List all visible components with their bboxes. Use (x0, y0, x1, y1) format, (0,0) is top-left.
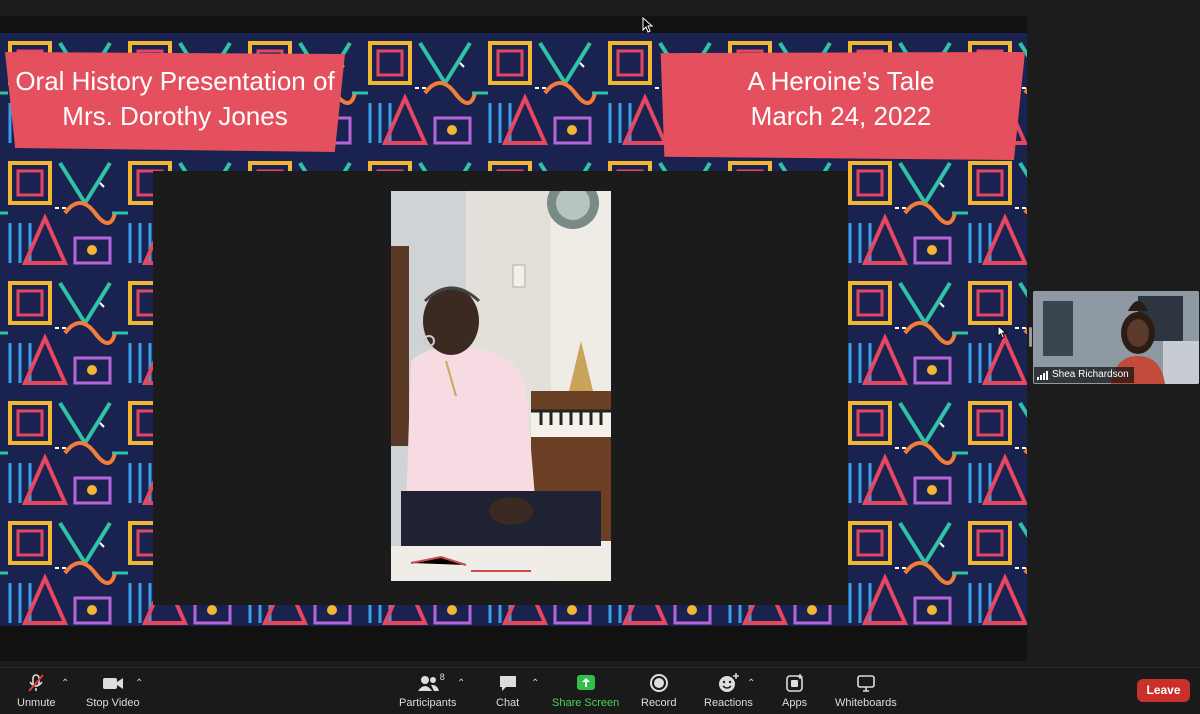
unmute-label: Unmute (17, 697, 56, 709)
whiteboard-icon (857, 675, 875, 692)
apps-label: Apps (782, 697, 808, 709)
video-camera-icon (102, 678, 123, 689)
whiteboards-button[interactable]: Whiteboards (835, 672, 897, 709)
slide-date-line: March 24, 2022 (750, 101, 932, 131)
microphone-muted-icon (28, 674, 45, 692)
participant-name-text: Shea Richardson (1052, 369, 1129, 380)
participants-count: 8 (439, 672, 445, 682)
apps-icon (785, 674, 803, 692)
chat-button[interactable]: Chat (496, 672, 519, 709)
signal-bars-icon (1037, 370, 1048, 380)
reactions-label: Reactions (704, 697, 753, 709)
unmute-button[interactable]: Unmute (17, 672, 56, 709)
record-label: Record (641, 697, 677, 709)
stop-video-label: Stop Video (86, 697, 140, 709)
chevron-up-icon[interactable]: ⌃ (747, 678, 755, 689)
slide-subtitle-banner: A Heroine’s Tale March 24, 2022 (660, 52, 1025, 160)
video-scene-illustration (391, 191, 611, 581)
chevron-up-icon[interactable]: ⌃ (531, 678, 539, 689)
share-screen-button[interactable]: Share Screen (552, 672, 619, 709)
chat-label: Chat (496, 697, 520, 709)
chevron-up-icon[interactable]: ⌃ (135, 678, 143, 689)
gallery-scroll-handle[interactable] (1029, 327, 1032, 347)
slide-title-banner: Oral History Presentation of Mrs. Doroth… (5, 52, 345, 152)
stop-video-button[interactable]: Stop Video (86, 672, 140, 709)
mouse-pointer-icon (642, 17, 653, 33)
chat-bubble-icon (499, 676, 516, 691)
chevron-up-icon[interactable]: ⌃ (61, 678, 69, 689)
share-screen-arrow-icon (576, 675, 595, 690)
participants-button[interactable]: 8 Participants (399, 672, 456, 709)
slide-title-line1: Oral History Presentation of (15, 66, 335, 96)
chevron-up-icon[interactable]: ⌃ (457, 678, 465, 689)
share-screen-label: Share Screen (552, 697, 620, 709)
slide-title-line2: Mrs. Dorothy Jones (62, 101, 288, 131)
embedded-video-still (391, 191, 611, 581)
record-icon (649, 674, 668, 692)
reaction-smiley-icon (719, 673, 740, 692)
participant-name-label: Shea Richardson (1034, 367, 1134, 383)
participants-icon (417, 676, 439, 691)
leave-button[interactable]: Leave (1137, 679, 1190, 702)
meeting-toolbar: Unmute ⌃ Stop Video ⌃ 8 Participants ⌃ C… (0, 667, 1200, 714)
reactions-button[interactable]: Reactions (704, 672, 753, 709)
record-button[interactable]: Record (641, 672, 676, 709)
whiteboards-label: Whiteboards (835, 697, 897, 709)
participants-label: Participants (399, 697, 457, 709)
mouse-pointer-icon (997, 325, 1007, 339)
apps-button[interactable]: Apps (782, 672, 807, 709)
slide-subtitle-line1: A Heroine’s Tale (747, 66, 935, 96)
